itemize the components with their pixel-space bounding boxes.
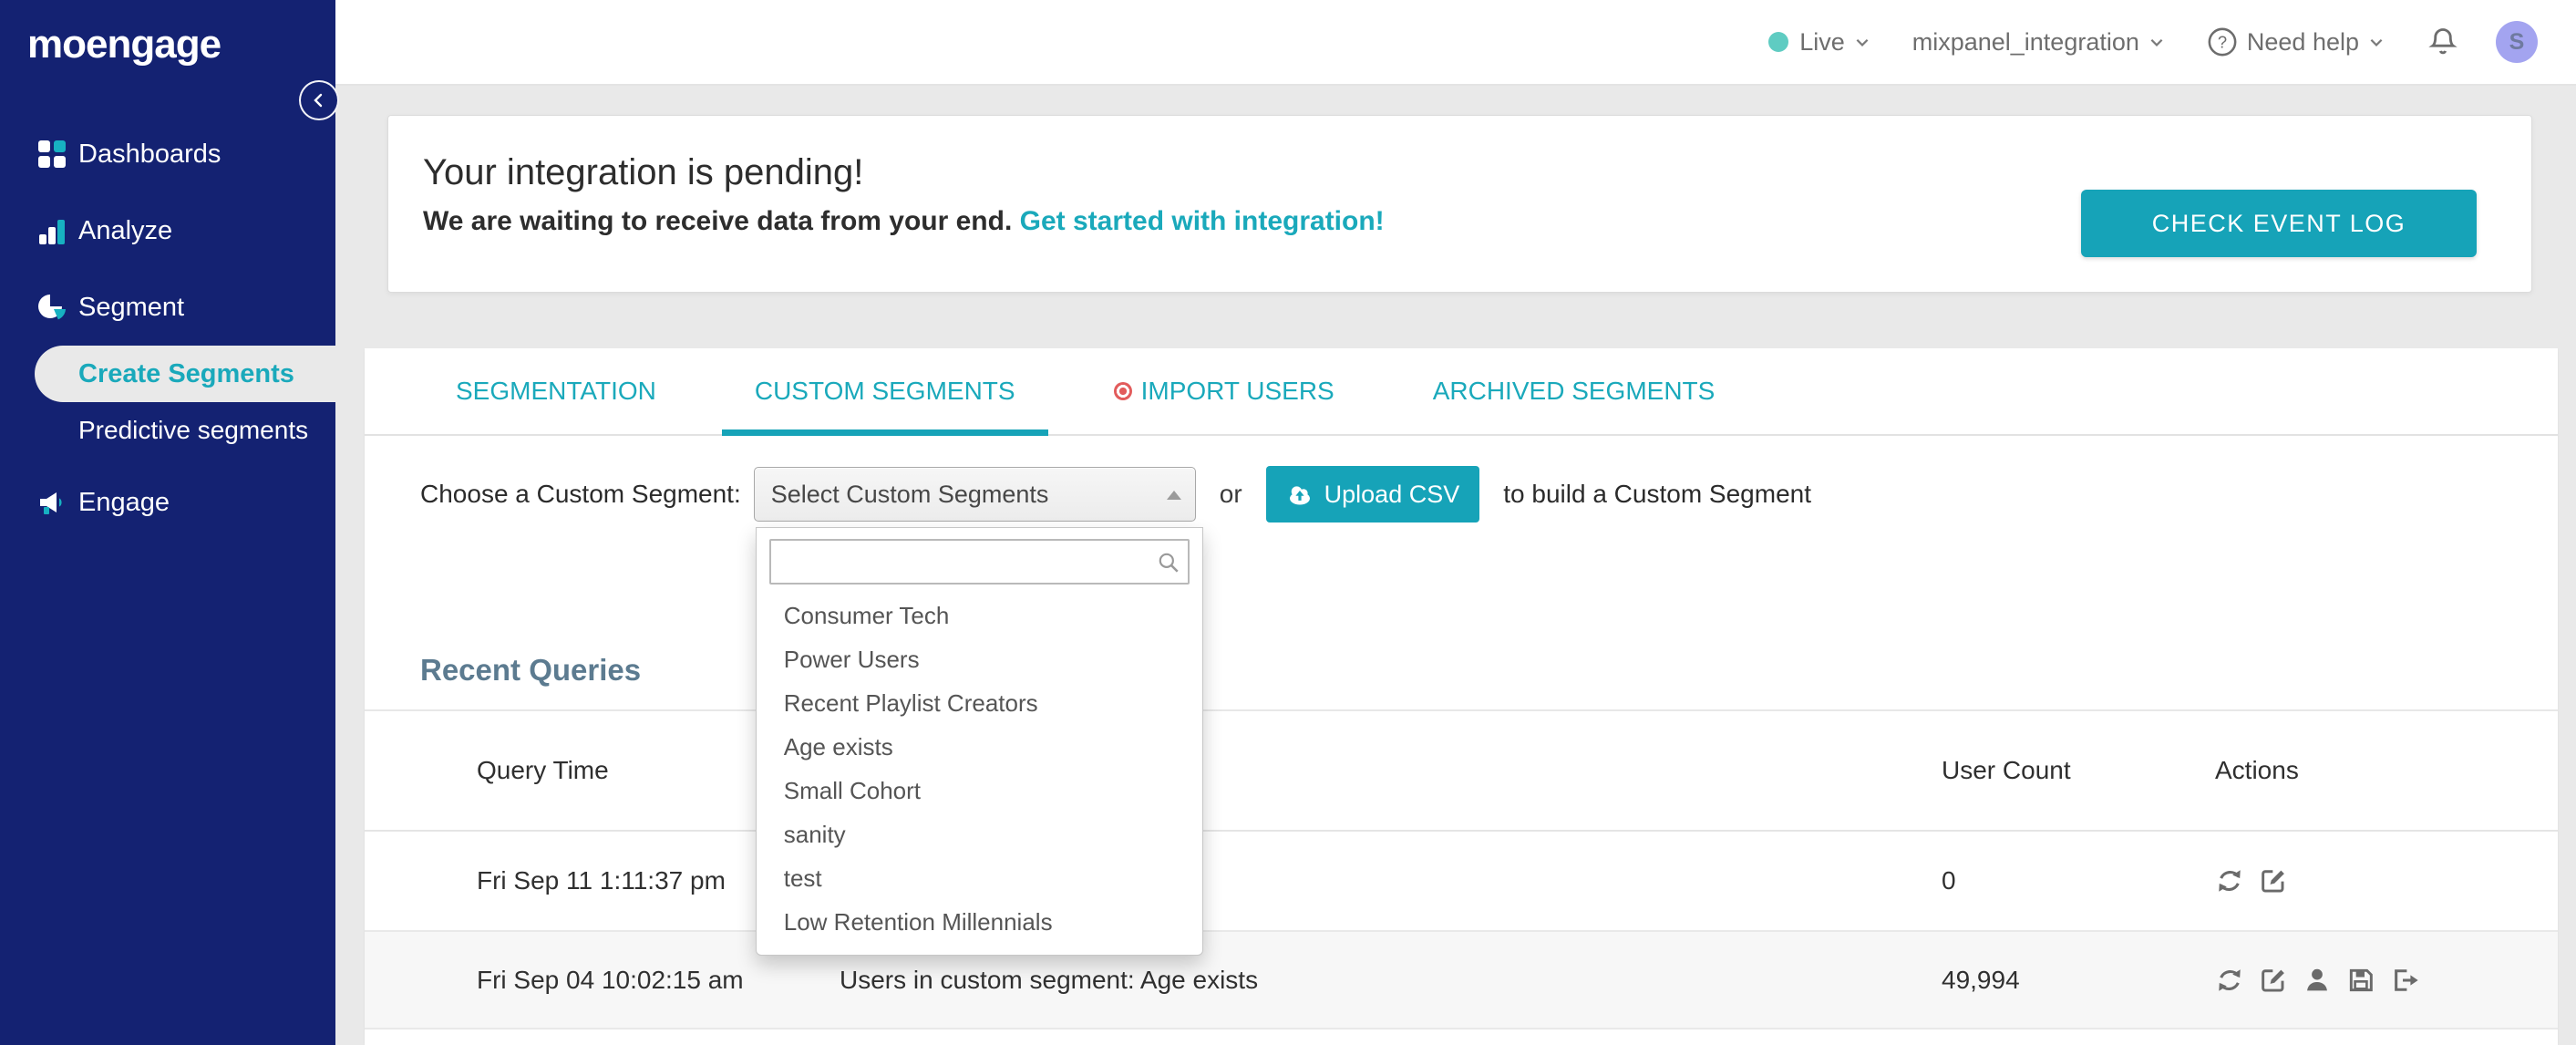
banner-title: Your integration is pending! <box>423 152 864 192</box>
sidebar-item-label: Predictive segments <box>78 416 309 444</box>
notifications-bell-icon[interactable] <box>2427 26 2459 58</box>
refresh-icon[interactable] <box>2215 966 2244 995</box>
sidebar-item-segment[interactable]: Segment <box>0 269 335 346</box>
moengage-logo[interactable]: moengage <box>0 0 335 67</box>
user-avatar[interactable]: S <box>2496 21 2538 63</box>
upload-csv-label: Upload CSV <box>1324 480 1460 508</box>
chooser-suffix-text: to build a Custom Segment <box>1503 480 1811 508</box>
recent-queries-title: Recent Queries <box>420 653 642 687</box>
banner-subtitle-text: We are waiting to receive data from your… <box>423 206 1013 236</box>
sidebar-collapse-button[interactable] <box>299 80 339 120</box>
col-actions: Actions <box>2215 756 2299 784</box>
edit-icon[interactable] <box>2259 966 2288 995</box>
dashboard-grid-icon <box>36 139 67 170</box>
custom-segment-chooser-row: Choose a Custom Segment: Select Custom S… <box>420 466 2558 956</box>
segments-panel: SEGMENTATION CUSTOM SEGMENTS IMPORT USER… <box>365 348 2558 1045</box>
sidebar-item-label: Dashboards <box>78 139 222 169</box>
table-row: Fri Sep 11 1:11:37 pm 0 <box>365 832 2558 932</box>
user-count-cell: 49,994 <box>1942 965 2020 994</box>
bar-chart-icon <box>36 215 67 246</box>
dropdown-option[interactable]: Power Users <box>757 637 1202 681</box>
search-icon <box>1157 551 1180 574</box>
actions-cell <box>2215 966 2558 995</box>
tab-archived-segments[interactable]: ARCHIVED SEGMENTS <box>1400 348 1748 434</box>
query-time-cell: Fri Sep 04 10:02:15 am <box>477 965 744 994</box>
sidebar: moengage Dashboards Analyze Segment Crea… <box>0 0 339 1045</box>
segments-tab-bar: SEGMENTATION CUSTOM SEGMENTS IMPORT USER… <box>365 348 2558 436</box>
dropdown-option[interactable]: Age exists <box>757 725 1202 769</box>
chevron-left-icon <box>309 90 329 110</box>
cloud-upload-icon <box>1286 482 1314 506</box>
col-user-count: User Count <box>1942 756 2071 784</box>
red-target-icon <box>1113 382 1132 400</box>
sidebar-item-label: Engage <box>78 487 170 517</box>
refresh-icon[interactable] <box>2215 866 2244 895</box>
caret-up-icon <box>1166 491 1181 500</box>
edit-icon[interactable] <box>2259 866 2288 895</box>
recent-queries-rows: Fri Sep 11 1:11:37 pm 0 Fri Sep 04 10:02:1… <box>365 832 2558 1029</box>
export-icon[interactable] <box>2390 966 2419 995</box>
recent-queries-header-row: Query Time User Count Actions <box>365 711 2558 832</box>
check-event-log-button[interactable]: CHECK EVENT LOG <box>2081 190 2477 257</box>
sidebar-item-label: Analyze <box>78 215 173 245</box>
dropdown-option[interactable]: Low Retention Millennials <box>757 900 1202 944</box>
actions-cell <box>2215 866 2558 895</box>
custom-segment-select[interactable]: Select Custom Segments <box>753 467 1196 522</box>
environment-selector[interactable]: Live <box>1768 28 1870 57</box>
dropdown-option[interactable]: Consumer Tech <box>757 594 1202 637</box>
sidebar-item-predictive-segments[interactable]: Predictive segments <box>0 402 335 459</box>
live-status-dot-icon <box>1768 32 1789 52</box>
dropdown-option[interactable]: sanity <box>757 812 1202 856</box>
sidebar-item-create-segments[interactable]: Create Segments <box>35 346 335 402</box>
select-value: Select Custom Segments <box>770 480 1049 508</box>
save-icon[interactable] <box>2346 966 2375 995</box>
dropdown-search-wrap <box>768 539 1190 585</box>
get-started-link[interactable]: Get started with integration! <box>1020 206 1385 236</box>
workspace-selector[interactable]: mixpanel_integration <box>1912 28 2165 57</box>
sidebar-item-label: Segment <box>78 292 185 322</box>
chevron-down-icon <box>2368 34 2385 50</box>
top-bar: Live mixpanel_integration ? Need help S <box>335 0 2576 86</box>
workspace-label: mixpanel_integration <box>1911 27 2139 56</box>
need-help-menu[interactable]: ? Need help <box>2207 26 2385 57</box>
chevron-down-icon <box>1854 34 1870 50</box>
sidebar-item-engage[interactable]: Engage <box>0 464 335 541</box>
integration-pending-banner: Your integration is pending! We are wait… <box>387 115 2532 293</box>
dropdown-option[interactable]: Small Cohort <box>757 769 1202 812</box>
need-help-label: Need help <box>2246 27 2359 56</box>
custom-segment-dropdown: Consumer Tech Power Users Recent Playlist … <box>755 527 1203 956</box>
tab-label: IMPORT USERS <box>1140 377 1334 405</box>
dropdown-option[interactable]: test <box>757 856 1202 900</box>
question-circle-icon: ? <box>2207 26 2238 57</box>
custom-segment-options: Consumer Tech Power Users Recent Playlist … <box>757 594 1202 944</box>
sidebar-item-analyze[interactable]: Analyze <box>0 192 335 269</box>
upload-csv-button[interactable]: Upload CSV <box>1265 466 1480 522</box>
environment-label: Live <box>1799 27 1845 56</box>
or-text: or <box>1219 480 1242 508</box>
sidebar-item-label: Create Segments <box>78 358 294 388</box>
chooser-label: Choose a Custom Segment: <box>420 480 741 508</box>
avatar-initial: S <box>2509 28 2525 55</box>
table-row: Fri Sep 04 10:02:15 am Users in custom se… <box>365 932 2558 1029</box>
query-description-cell: Users in custom segment: Age exists <box>840 965 1259 994</box>
pie-chart-icon <box>36 292 67 323</box>
user-icon[interactable] <box>2303 966 2332 995</box>
sidebar-item-dashboards[interactable]: Dashboards <box>0 116 335 192</box>
tab-custom-segments[interactable]: CUSTOM SEGMENTS <box>721 348 1048 436</box>
chevron-down-icon <box>2148 34 2165 50</box>
svg-text:?: ? <box>2218 32 2227 51</box>
custom-segment-select-wrap: Select Custom Segments Consumer Tech Powe… <box>753 467 1203 956</box>
user-count-cell: 0 <box>1942 866 1956 895</box>
segment-search-input[interactable] <box>768 539 1190 585</box>
dropdown-option[interactable]: Recent Playlist Creators <box>757 681 1202 725</box>
tab-import-users[interactable]: IMPORT USERS <box>1081 348 1367 434</box>
megaphone-icon <box>36 487 67 518</box>
tab-segmentation[interactable]: SEGMENTATION <box>423 348 689 434</box>
